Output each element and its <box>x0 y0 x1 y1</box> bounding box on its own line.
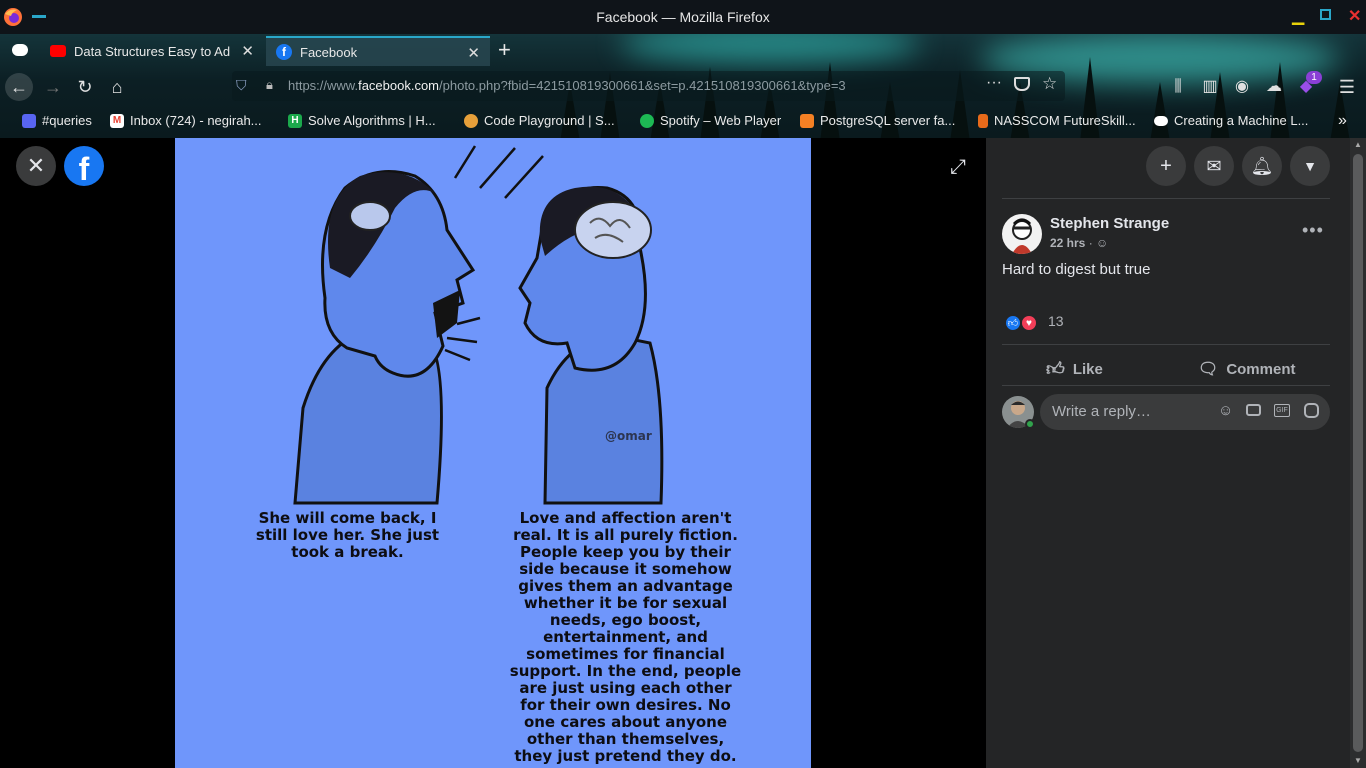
emoji-icon[interactable]: ☺ <box>1218 402 1233 419</box>
tab-label: Data Structures Easy to Ad <box>74 43 231 59</box>
scrollbar-thumb[interactable] <box>1353 154 1363 752</box>
bookmark-hackerrank[interactable]: H Solve Algorithms | H... <box>288 113 436 128</box>
new-tab-icon[interactable]: + <box>498 37 511 63</box>
hackerrank-icon: H <box>288 113 302 128</box>
library-icon[interactable]: ⫼ <box>1164 73 1192 101</box>
bookmark-queries[interactable]: #queries <box>22 113 92 128</box>
back-icon[interactable]: ← <box>5 73 33 101</box>
facebook-icon: f <box>276 44 292 60</box>
bookmark-star-icon[interactable]: ☆ <box>1042 74 1057 94</box>
home-icon[interactable]: ⌂ <box>103 73 131 101</box>
close-window-icon[interactable]: ✕ <box>1348 6 1361 26</box>
sololearn-icon <box>464 113 478 128</box>
gif-icon[interactable]: GIF <box>1274 404 1290 417</box>
spotify-icon <box>640 113 654 128</box>
more-options-icon[interactable]: ••• <box>1302 220 1324 241</box>
love-reaction-icon[interactable]: ♥ <box>1020 314 1038 332</box>
url-text[interactable]: https://www.facebook.com/photo.php?fbid=… <box>288 78 978 93</box>
bookmark-code-playground[interactable]: Code Playground | S... <box>464 113 615 128</box>
account-icon[interactable]: ◉ <box>1228 73 1256 101</box>
window-titlebar: Facebook — Mozilla Firefox ▁ ✕ <box>0 0 1366 34</box>
bookmark-postgresql[interactable]: PostgreSQL server fa... <box>800 113 955 128</box>
fullscreen-icon[interactable]: ⤢ <box>950 156 966 179</box>
messenger-icon[interactable]: ✉ <box>1194 146 1234 186</box>
sidebar-icon[interactable]: ▥ <box>1196 73 1224 101</box>
facebook-logo-icon[interactable]: f <box>64 146 104 187</box>
pocket-icon[interactable] <box>1014 77 1030 91</box>
tab-bar: Data Structures Easy to Ad ✕ f Facebook … <box>0 34 1366 66</box>
create-button[interactable]: + <box>1146 146 1186 186</box>
photo-viewer: ✕ f @omar She will come back, I still lo… <box>0 138 986 768</box>
comment-icon: 🗨︎ <box>1198 361 1219 378</box>
reply-placeholder: Write a reply… <box>1052 403 1151 420</box>
extension-badge: 1 <box>1306 71 1322 84</box>
discord-icon <box>22 113 36 128</box>
tab-data-structures[interactable]: Data Structures Easy to Ad ✕ <box>40 36 264 66</box>
divider <box>1002 385 1330 386</box>
reaction-count[interactable]: 13 <box>1048 313 1064 329</box>
post-photo[interactable]: @omar She will come back, I still love h… <box>175 138 811 768</box>
divider <box>1002 344 1330 345</box>
tracking-protection-icon[interactable]: ⛉ <box>236 77 247 94</box>
account-dropdown-icon[interactable]: ▼ <box>1290 146 1330 186</box>
post-details-panel: + ✉ 🔔︎ ▼ Stephen Strange 22 hrs · ☺ ••• … <box>986 138 1366 768</box>
gmail-icon: M <box>110 113 124 128</box>
window-title: Facebook — Mozilla Firefox <box>596 9 770 25</box>
maximize-icon[interactable] <box>1320 9 1331 20</box>
stackoverflow-icon <box>800 113 814 128</box>
tab-facebook[interactable]: f Facebook ✕ <box>266 36 490 66</box>
comment-button[interactable]: 🗨︎ Comment <box>1198 352 1318 386</box>
audience-friends-icon: ☺ <box>1096 236 1109 250</box>
tab-label: Facebook <box>300 44 358 60</box>
navigation-bar: ← → ↻ ⌂ ⛉ 🔒︎ https://www.facebook.com/ph… <box>0 68 1366 104</box>
extension-icon[interactable]: ☁ <box>1260 73 1288 101</box>
medium-icon[interactable] <box>12 44 28 56</box>
menu-icon[interactable]: ☰ <box>1333 73 1361 101</box>
medium-icon <box>1154 115 1168 126</box>
page-actions-icon[interactable]: ··· <box>986 74 1002 92</box>
url-bar[interactable]: ⛉ 🔒︎ https://www.facebook.com/photo.php?… <box>232 71 1065 101</box>
reply-input[interactable]: Write a reply… ☺ GIF <box>1040 394 1330 430</box>
lock-icon[interactable]: 🔒︎ <box>266 77 273 93</box>
nasscom-icon <box>978 113 988 128</box>
bookmark-spotify[interactable]: Spotify – Web Player <box>640 113 781 128</box>
reload-icon[interactable]: ↻ <box>71 73 99 101</box>
post-time[interactable]: 22 hrs · ☺ <box>1050 236 1108 250</box>
sticker-icon[interactable] <box>1304 403 1319 418</box>
author-name[interactable]: Stephen Strange <box>1050 215 1169 232</box>
minimize-icon[interactable]: ▁ <box>1292 6 1304 26</box>
like-button[interactable]: 👍︎ Like <box>1046 352 1146 386</box>
youtube-icon <box>50 45 66 57</box>
photo-watermark: @omar <box>605 429 652 443</box>
forward-icon[interactable]: → <box>39 73 67 101</box>
left-caption: She will come back, I still love her. Sh… <box>255 509 440 561</box>
bookmark-nasscom[interactable]: NASSCOM FutureSkill... <box>978 113 1136 128</box>
online-status-icon <box>1025 419 1035 429</box>
panel-scrollbar[interactable]: ▲ ▼ <box>1350 138 1366 768</box>
bookmark-inbox[interactable]: M Inbox (724) - negirah... <box>110 113 262 128</box>
close-tab-icon[interactable]: ✕ <box>467 44 480 62</box>
author-avatar[interactable] <box>1002 214 1042 254</box>
camera-icon[interactable] <box>1246 404 1261 416</box>
scroll-up-icon[interactable]: ▲ <box>1354 140 1362 149</box>
close-tab-icon[interactable]: ✕ <box>241 42 254 60</box>
divider <box>1002 198 1330 199</box>
notifications-icon[interactable]: 🔔︎ <box>1242 146 1282 186</box>
scroll-down-icon[interactable]: ▼ <box>1354 756 1362 765</box>
bookmarks-bar: #queries M Inbox (724) - negirah... H Solv… <box>0 108 1366 136</box>
bookmark-machine-learning[interactable]: Creating a Machine L... <box>1154 113 1308 128</box>
bookmarks-overflow-icon[interactable]: » <box>1338 112 1347 130</box>
post-text: Hard to digest but true <box>1002 261 1151 278</box>
thumbs-up-icon: 👍︎ <box>1046 359 1065 379</box>
right-caption: Love and affection aren't real. It is al… <box>509 509 742 765</box>
close-viewer-button[interactable]: ✕ <box>16 146 56 186</box>
